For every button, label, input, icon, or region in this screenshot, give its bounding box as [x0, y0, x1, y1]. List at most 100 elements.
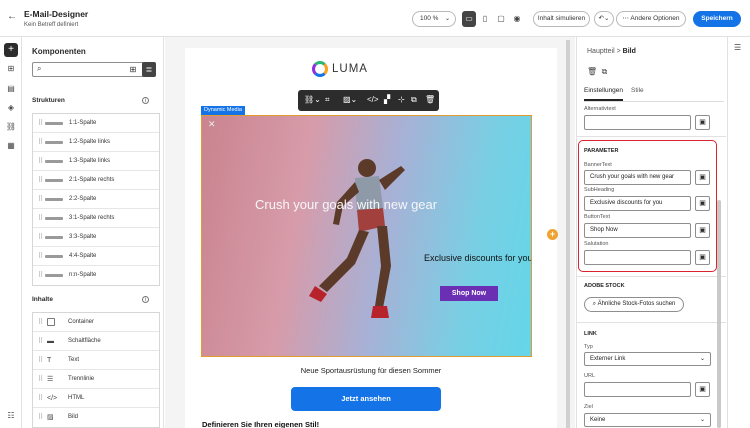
- link-type-select[interactable]: Externer Link ⌄: [584, 352, 711, 366]
- subheading-field[interactable]: Exclusive discounts for you: [584, 196, 691, 211]
- drag-handle-icon[interactable]: ⠿: [38, 313, 43, 332]
- alt-text-field[interactable]: [584, 115, 691, 130]
- email-subject-status: Kein Betreff definiert: [24, 22, 79, 28]
- preview-eye-icon[interactable]: ◉: [510, 11, 524, 27]
- link-icon[interactable]: ⛓⌄: [304, 95, 321, 104]
- list-item[interactable]: ⠿ 4:4-Spalte: [33, 247, 159, 266]
- drag-handle-icon[interactable]: ⠿: [38, 266, 43, 285]
- list-item[interactable]: ⠿ 2:1-Spalte rechts: [33, 171, 159, 190]
- duplicate-icon[interactable]: ⧉: [602, 67, 608, 76]
- link-icon[interactable]: ⛓: [4, 120, 18, 134]
- delete-icon[interactable]: 🗑: [587, 67, 597, 76]
- list-item[interactable]: ⠿ ☰ Trennlinie: [33, 370, 159, 389]
- grid-view-icon[interactable]: ⊞: [126, 62, 140, 77]
- personalize-icon[interactable]: ▣: [695, 170, 710, 185]
- canvas-scrollbar[interactable]: [566, 40, 570, 428]
- drag-handle-icon[interactable]: ⠿: [38, 370, 43, 389]
- banner-text-label: BannerText: [584, 162, 612, 168]
- simulate-content-button[interactable]: Inhalt simulieren: [533, 11, 590, 27]
- add-icon[interactable]: +: [4, 43, 18, 57]
- close-icon[interactable]: ✕: [208, 119, 216, 130]
- zoom-select[interactable]: 100 % ⌄: [412, 11, 456, 27]
- drag-handle-icon[interactable]: ⠿: [38, 190, 43, 209]
- personalize-icon[interactable]: ▣: [695, 196, 710, 211]
- crop-icon[interactable]: ⌗: [325, 95, 330, 105]
- settings-icon[interactable]: ☷: [4, 409, 18, 423]
- list-item[interactable]: ⠿ 1:3-Spalte links: [33, 152, 159, 171]
- undo-icon[interactable]: ↶⌄: [594, 11, 614, 27]
- list-item[interactable]: ⠿ ▨ Bild: [33, 408, 159, 427]
- fragments-icon[interactable]: ⊞: [4, 62, 18, 76]
- drag-handle-icon[interactable]: ⠿: [38, 389, 43, 408]
- drag-handle-icon[interactable]: ⠿: [38, 351, 43, 370]
- chevron-down-icon: ⌄: [444, 16, 450, 22]
- drag-handle-icon[interactable]: ⠿: [38, 332, 43, 351]
- drag-handle-icon[interactable]: ⠿: [38, 152, 43, 171]
- personalize-icon[interactable]: ▣: [695, 250, 710, 265]
- list-item[interactable]: ⠿ </> HTML: [33, 389, 159, 408]
- list-item[interactable]: ⠿ 3:1-Spalte rechts: [33, 209, 159, 228]
- email-cta-button[interactable]: Jetzt ansehen: [291, 387, 441, 411]
- list-item[interactable]: ⠿ 1:2-Spalte links: [33, 133, 159, 152]
- right-rail: ☰: [727, 37, 750, 428]
- add-block-icon[interactable]: +: [547, 229, 558, 240]
- find-stock-photos-button[interactable]: ⌕ Ähnliche Stock-Fotos suchen: [584, 297, 684, 312]
- list-item[interactable]: ⠿ 1:1-Spalte: [33, 114, 159, 133]
- drag-handle-icon[interactable]: ⠿: [38, 114, 43, 133]
- code-icon[interactable]: </>: [367, 95, 379, 104]
- mobile-view-icon[interactable]: ▯: [478, 11, 492, 27]
- list-item[interactable]: ⠿ T Text: [33, 351, 159, 370]
- list-item[interactable]: ⠿ n:n-Spalte: [33, 266, 159, 285]
- zoom-value: 100 %: [420, 15, 439, 22]
- components-title: Komponenten: [32, 47, 86, 56]
- desktop-view-icon[interactable]: ▭: [462, 11, 476, 27]
- list-item-label: 1:1-Spalte: [69, 120, 97, 126]
- tab-settings[interactable]: Einstellungen: [584, 87, 624, 101]
- personalization-icon[interactable]: ▦: [4, 139, 18, 153]
- salutation-field[interactable]: [584, 250, 691, 265]
- list-item[interactable]: ⠿ 3:3-Spalte: [33, 228, 159, 247]
- move-icon[interactable]: ⊹: [398, 95, 405, 104]
- drag-handle-icon[interactable]: ⠿: [38, 408, 43, 427]
- stock-button-label: Ähnliche Stock-Fotos suchen: [597, 301, 676, 307]
- info-icon[interactable]: i: [142, 296, 149, 303]
- banner-text-field[interactable]: Crush your goals with new gear: [584, 170, 691, 185]
- breadcrumb-parent[interactable]: Hauptteil: [587, 48, 615, 55]
- info-icon[interactable]: i: [142, 97, 149, 104]
- structure-icon: [45, 160, 63, 163]
- url-field[interactable]: [584, 382, 691, 397]
- list-view-icon[interactable]: ≣: [142, 62, 156, 77]
- more-options-button[interactable]: ⋯ Andere Optionen: [616, 11, 686, 27]
- tab-styles[interactable]: Stile: [631, 87, 644, 94]
- duplicate-icon[interactable]: ⧉: [411, 95, 417, 105]
- button-text-field[interactable]: Shop Now: [584, 223, 691, 238]
- target-select[interactable]: Keine ⌄: [584, 413, 711, 427]
- list-item[interactable]: ⠿ 2:2-Spalte: [33, 190, 159, 209]
- email-canvas: LUMA ⛓⌄ ⌗ ▨⌄ </> ▞ ⊹ ⧉ 🗑 Dynamic Media ✕: [165, 37, 575, 428]
- image-swap-icon[interactable]: ▨⌄: [343, 95, 357, 104]
- list-item[interactable]: ⠿ ▬ Schaltfläche: [33, 332, 159, 351]
- personalize-icon[interactable]: ▣: [695, 115, 710, 130]
- assets-icon[interactable]: ▤: [4, 82, 18, 96]
- personalize-icon[interactable]: ▣: [695, 382, 710, 397]
- drag-handle-icon[interactable]: ⠿: [38, 228, 43, 247]
- drag-handle-icon[interactable]: ⠿: [38, 171, 43, 190]
- banner-heading: Crush your goals with new gear: [255, 197, 438, 212]
- drag-handle-icon[interactable]: ⠿: [38, 133, 43, 152]
- properties-icon[interactable]: ☰: [734, 43, 741, 52]
- arrow-left-icon[interactable]: ←: [7, 11, 17, 22]
- dynamic-media-banner[interactable]: ✕ Crush your goals with new gear Exclusi…: [201, 115, 532, 357]
- properties-scrollbar[interactable]: [717, 200, 721, 428]
- delete-icon[interactable]: 🗑: [425, 95, 435, 104]
- list-item[interactable]: ⠿ Container: [33, 313, 159, 332]
- code-view-icon[interactable]: ▢: [494, 11, 508, 27]
- breadcrumb-separator: >: [616, 48, 621, 55]
- drag-handle-icon[interactable]: ⠿: [38, 247, 43, 266]
- drag-handle-icon[interactable]: ⠿: [38, 209, 43, 228]
- banner-cta-button[interactable]: Shop Now: [440, 286, 498, 301]
- save-button[interactable]: Speichern: [693, 11, 741, 27]
- list-item-label: Trennlinie: [68, 376, 95, 382]
- personalize-icon[interactable]: ▣: [695, 223, 710, 238]
- layers-icon[interactable]: ◈: [4, 101, 18, 115]
- personalize-icon[interactable]: ▞: [384, 95, 390, 104]
